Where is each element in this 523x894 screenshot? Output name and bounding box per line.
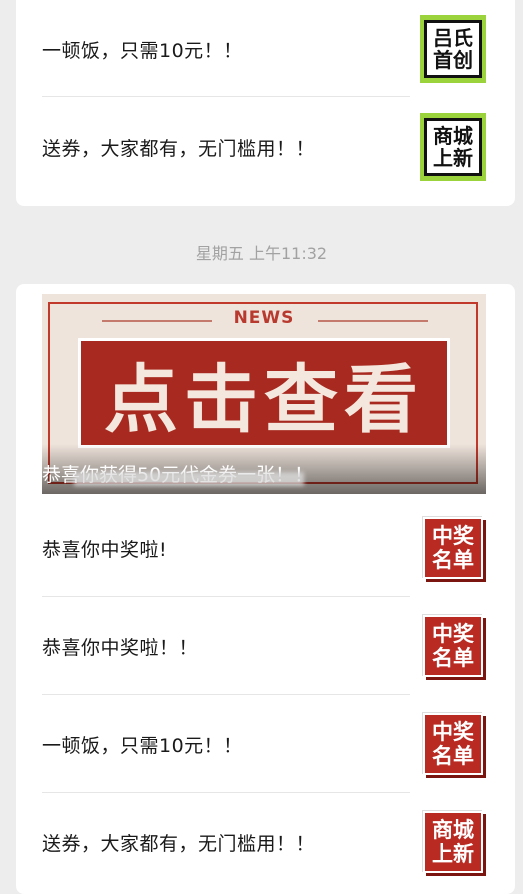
cover-title-overlay[interactable]: 恭喜你获得50元代金券一张！！ [42,444,486,494]
article-item[interactable]: 一顿饭，只需10元！！ 中奖名单 [42,696,486,792]
article-title: 送券，大家都有，无门槛用！！ [42,832,316,855]
article-thumbnail[interactable]: 吕氏首创 [420,15,486,83]
article-item[interactable]: 送券，大家都有，无门槛用！！ 商城上新 [42,794,486,890]
article-thumbnail[interactable]: 商城上新 [420,808,486,876]
article-item[interactable]: 一顿饭，只需10元！！ 吕氏首创 [42,4,486,94]
thumbnail-label: 中奖名单 [423,517,483,579]
divider [42,792,410,793]
article-title: 送券，大家都有，无门槛用！！ [42,137,316,160]
thumbnail-label: 商城上新 [423,811,483,873]
article-card-bottom: NEWS 点击查看 恭喜你获得50元代金券一张！！ 恭喜你中奖啦! 中奖名单 恭… [16,284,515,894]
article-thumbnail[interactable]: 商城上新 [420,113,486,181]
banner-headline: 点击查看 [104,356,424,443]
article-item[interactable]: 送券，大家都有，无门槛用！！ 商城上新 [42,102,486,192]
article-item[interactable]: 恭喜你中奖啦! 中奖名单 [42,500,486,596]
article-title: 一顿饭，只需10元！！ [42,39,243,62]
divider [42,96,410,97]
message-timestamp: 星期五 上午11:32 [195,244,328,263]
article-card-top: 一顿饭，只需10元！！ 吕氏首创 送券，大家都有，无门槛用！！ 商城上新 [16,0,515,206]
banner-news-label: NEWS [233,308,295,328]
divider [42,694,410,695]
article-title: 恭喜你中奖啦! [42,538,168,561]
article-title: 一顿饭，只需10元！！ [42,734,243,757]
banner-headline-box: 点击查看 [78,338,450,448]
article-item[interactable]: 恭喜你中奖啦！！ 中奖名单 [42,598,486,694]
divider [42,596,410,597]
article-thumbnail[interactable]: 中奖名单 [420,710,486,778]
article-title: 恭喜你中奖啦！！ [42,636,199,659]
thumbnail-label: 商城上新 [424,118,482,176]
thumbnail-label: 中奖名单 [423,615,483,677]
blur-mask [74,472,304,486]
thumbnail-label: 中奖名单 [423,713,483,775]
thumbnail-label: 吕氏首创 [424,20,482,78]
article-thumbnail[interactable]: 中奖名单 [420,612,486,680]
article-thumbnail[interactable]: 中奖名单 [420,514,486,582]
